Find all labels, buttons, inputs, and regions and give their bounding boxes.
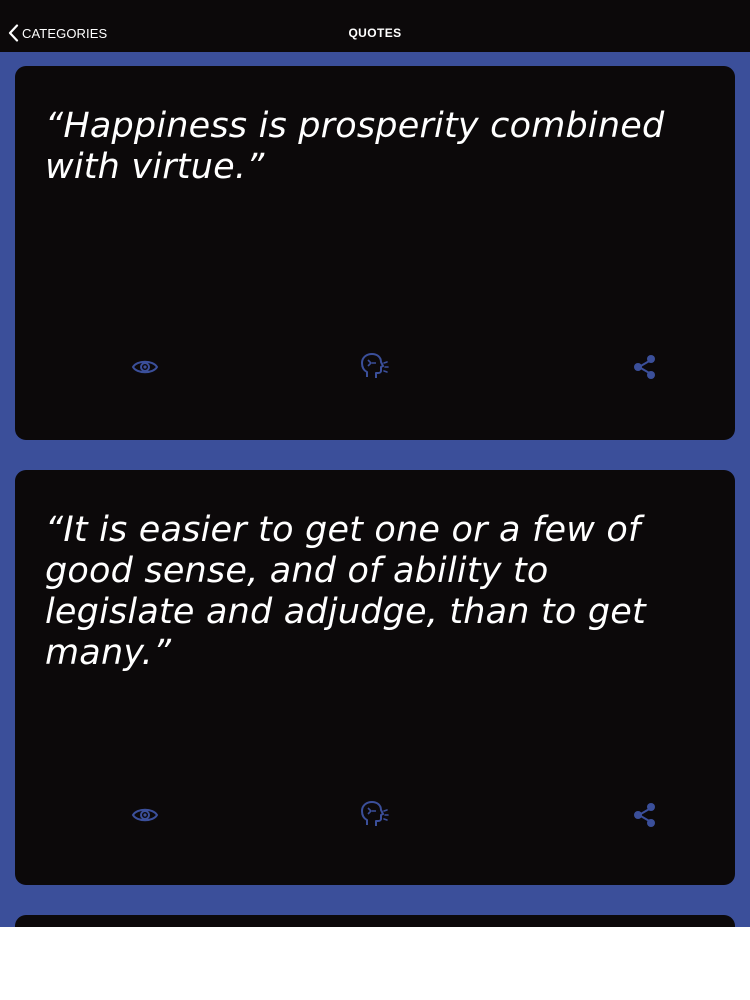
quote-actions xyxy=(15,795,735,835)
speak-button[interactable] xyxy=(354,347,394,387)
quotes-screen: CATEGORIES QUOTES “Happiness is prosperi… xyxy=(0,0,750,927)
share-icon xyxy=(634,355,655,379)
quote-card: “Happiness is prosperity combined with v… xyxy=(15,66,735,440)
quote-actions xyxy=(15,347,735,387)
share-button[interactable] xyxy=(625,795,665,835)
view-button[interactable] xyxy=(125,347,165,387)
quote-text: “It is easier to get one or a few of goo… xyxy=(45,510,646,673)
speak-button[interactable] xyxy=(354,795,394,835)
speak-icon xyxy=(361,801,389,826)
eye-icon xyxy=(131,360,159,374)
share-button[interactable] xyxy=(625,347,665,387)
view-button[interactable] xyxy=(125,795,165,835)
navigation-bar: CATEGORIES QUOTES xyxy=(0,0,750,52)
quote-card: “It is easier to get one or a few of goo… xyxy=(15,470,735,885)
eye-icon xyxy=(131,808,159,822)
speak-icon xyxy=(361,353,389,378)
page-title: QUOTES xyxy=(348,26,402,40)
quote-text: “Happiness is prosperity combined with v… xyxy=(45,106,665,187)
share-icon xyxy=(634,803,655,827)
quote-card xyxy=(15,915,735,927)
